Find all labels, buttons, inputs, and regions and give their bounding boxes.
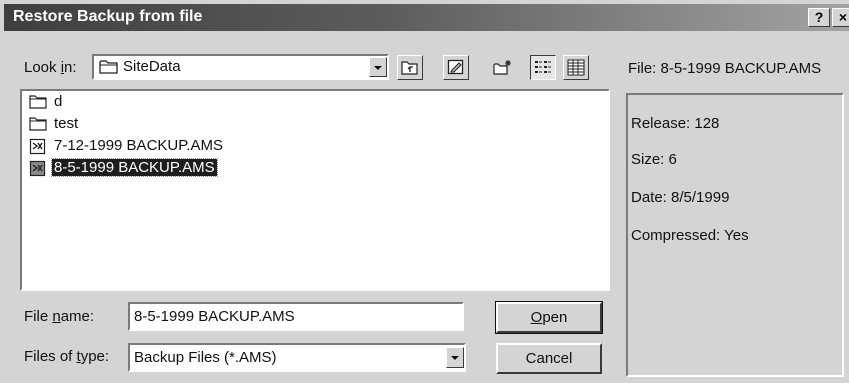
file-info-panel: Release: 128 Size: 6 Date: 8/5/1999 Comp…: [626, 93, 844, 377]
list-item-label: 7-12-1999 BACKUP.AMS: [54, 137, 223, 154]
desktop-button[interactable]: [443, 55, 469, 80]
open-button[interactable]: Open: [495, 301, 603, 334]
create-new-folder-button[interactable]: [489, 55, 515, 80]
files-of-type-label: Files of type:: [24, 348, 110, 365]
cancel-button[interactable]: Cancel: [496, 343, 602, 374]
files-of-type-select[interactable]: Backup Files (*.AMS): [128, 343, 466, 372]
file-name-input[interactable]: 8-5-1999 BACKUP.AMS: [128, 302, 464, 331]
look-in-dropdown-button[interactable]: [369, 57, 387, 77]
up-folder-icon: [401, 61, 418, 75]
list-view-button[interactable]: [530, 55, 556, 80]
title-bar[interactable]: Restore Backup from file ? ×: [4, 4, 849, 31]
look-in-combo[interactable]: SiteData: [92, 54, 389, 80]
folder-icon: [29, 117, 47, 131]
details-view-icon: [567, 59, 585, 76]
up-one-level-button[interactable]: [397, 55, 423, 80]
files-of-type-value: Backup Files (*.AMS): [134, 349, 277, 366]
list-item-label: 8-5-1999 BACKUP.AMS: [51, 158, 218, 177]
folder-icon: [29, 95, 47, 109]
file-name-label: File name:: [24, 308, 95, 325]
help-button[interactable]: ?: [808, 8, 830, 27]
list-view-icon: [535, 61, 551, 73]
list-item-label: d: [54, 93, 63, 110]
desktop-icon: [447, 59, 464, 75]
info-release: Release: 128: [631, 115, 720, 132]
close-button[interactable]: ×: [832, 8, 849, 27]
list-item-label: test: [54, 115, 79, 132]
restore-backup-dialog: Restore Backup from file ? × Look in: Si…: [0, 0, 849, 383]
backup-file-icon: [29, 160, 46, 177]
details-view-button[interactable]: [563, 55, 589, 80]
info-compressed: Compressed: Yes: [631, 227, 749, 244]
look-in-label: Look in:: [24, 59, 77, 76]
info-date: Date: 8/5/1999: [631, 189, 730, 206]
file-name-value: 8-5-1999 BACKUP.AMS: [134, 308, 295, 325]
window-title: Restore Backup from file: [13, 8, 203, 25]
backup-file-icon: [29, 138, 46, 155]
new-folder-icon: [493, 60, 511, 75]
files-of-type-dropdown-button[interactable]: [446, 347, 464, 368]
info-size: Size: 6: [631, 151, 677, 168]
info-file-label: File: 8-5-1999 BACKUP.AMS: [628, 60, 822, 77]
look-in-value: SiteData: [123, 58, 181, 75]
file-list[interactable]: d test 7-12-1999 BACKUP.AMS 8-5-1999 BAC…: [20, 89, 610, 291]
folder-icon: [99, 60, 118, 74]
